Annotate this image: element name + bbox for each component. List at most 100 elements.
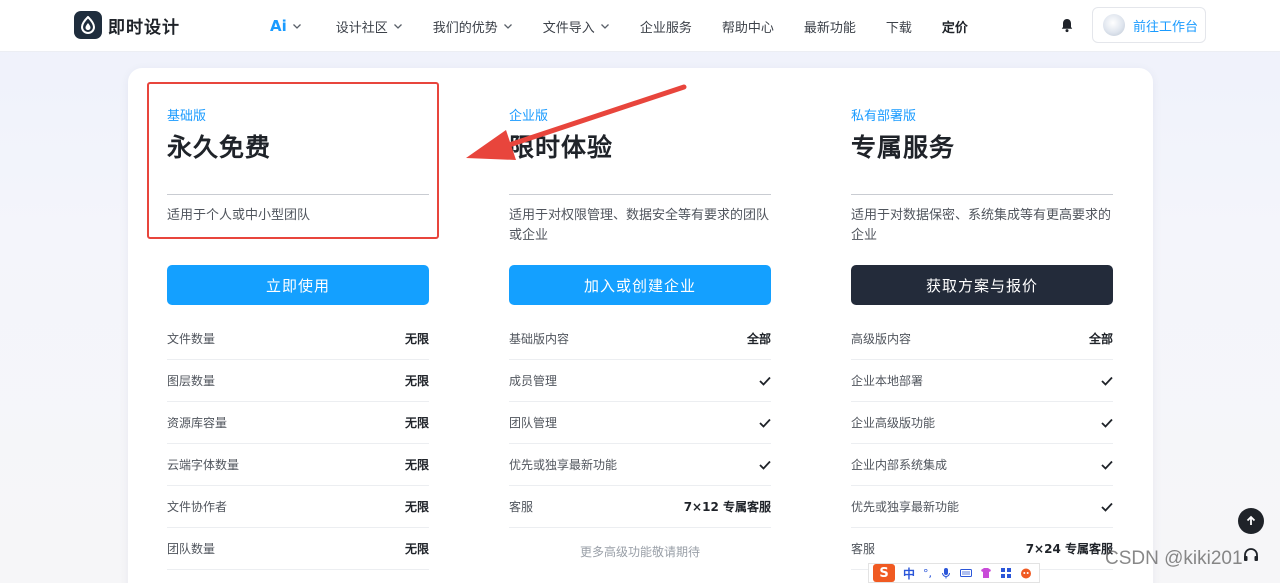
workbench-label: 前往工作台 (1133, 19, 1199, 35)
menu-item-help[interactable]: 帮助中心 (722, 17, 774, 36)
feature-value: 全部 (746, 332, 771, 346)
keyboard-icon[interactable] (960, 567, 973, 579)
feature-row: 基础版内容 全部 (509, 318, 771, 360)
feature-value: 全部 (1088, 332, 1113, 346)
feature-list: 基础版内容 全部 成员管理 团队管理 优先或独享最新功能 客服 7×12 专属客服 (509, 318, 771, 528)
feature-row: 成员管理 (509, 360, 771, 402)
ime-logo-icon: S (873, 564, 895, 582)
feature-label: 高级版内容 (851, 332, 912, 346)
annotation-highlight-box (147, 82, 439, 239)
feature-row: 企业内部系统集成 (851, 444, 1113, 486)
menu-item-pricing[interactable]: 定价 (942, 17, 968, 36)
menu-item-label: 文件导入 (542, 20, 595, 36)
feature-row: 团队数量 无限 (167, 528, 429, 570)
feature-label: 客服 (509, 500, 534, 514)
menu-item-advantages[interactable]: 我们的优势 (433, 17, 513, 36)
feature-row: 文件数量 无限 (167, 318, 429, 360)
ime-punctuation[interactable]: °, (923, 567, 932, 580)
feature-row: 企业本地部署 (851, 360, 1113, 402)
menu-item-download[interactable]: 下载 (886, 17, 912, 36)
chevron-down-icon (600, 24, 609, 29)
feature-label: 优先或独享最新功能 (851, 500, 960, 514)
plan-tag: 私有部署版 (851, 109, 917, 124)
menu-item-label: 下载 (885, 20, 912, 36)
ime-mode[interactable]: 中 (903, 565, 915, 582)
headset-icon[interactable] (1242, 546, 1260, 564)
feature-row: 企业高级版功能 (851, 402, 1113, 444)
feature-label: 成员管理 (509, 374, 558, 388)
check-icon (1101, 418, 1113, 428)
feature-label: 客服 (851, 542, 876, 556)
feature-label: 基础版内容 (509, 332, 570, 346)
avatar (1103, 14, 1125, 36)
menu-item-community[interactable]: 设计社区 (336, 17, 403, 36)
feature-label: 团队数量 (167, 542, 216, 556)
main-menu: Ai 设计社区 我们的优势 文件导入 企业服务 帮助中心 最新功能 下载 定价 (270, 0, 998, 52)
arrow-up-icon (1246, 515, 1256, 525)
plan-divider (851, 194, 1113, 195)
apps-grid-icon[interactable] (1000, 567, 1012, 579)
feature-row: 高级版内容 全部 (851, 318, 1113, 360)
bell-icon[interactable] (1059, 17, 1075, 33)
plan-desc: 适用于对数据保密、系统集成等有更高要求的企业 (851, 208, 1112, 243)
check-icon (759, 418, 771, 428)
chevron-down-icon (292, 24, 301, 29)
feature-row: 文件协作者 无限 (167, 486, 429, 528)
feature-value: 无限 (404, 332, 429, 346)
menu-item-label: 我们的优势 (432, 20, 498, 36)
plan-name: 专属服务 (851, 133, 956, 162)
feature-row: 团队管理 (509, 402, 771, 444)
join-or-create-enterprise-button[interactable]: 加入或创建企业 (509, 265, 771, 305)
feature-label: 图层数量 (167, 374, 216, 388)
logo-icon (74, 11, 102, 39)
feature-value: 无限 (404, 542, 429, 556)
top-nav: 即时设计 Ai 设计社区 我们的优势 文件导入 企业服务 帮助中心 最新功能 下… (0, 0, 1280, 52)
skin-icon[interactable] (980, 567, 992, 579)
feature-label: 云端字体数量 (167, 458, 240, 472)
feature-label: 文件协作者 (167, 500, 228, 514)
scroll-to-top-button[interactable] (1238, 508, 1264, 534)
feature-row: 优先或独享最新功能 (509, 444, 771, 486)
menu-item-enterprise[interactable]: 企业服务 (640, 17, 692, 36)
check-icon (759, 376, 771, 386)
menu-item-label: Ai (270, 17, 287, 35)
more-features-note: 更多高级功能敬请期待 (579, 545, 700, 559)
feature-list: 高级版内容 全部 企业本地部署 企业高级版功能 企业内部系统集成 优先或独享最新功… (851, 318, 1113, 570)
chevron-down-icon (503, 24, 512, 29)
check-icon (1101, 460, 1113, 470)
feature-value: 无限 (404, 458, 429, 472)
plan-divider (509, 194, 771, 195)
feature-label: 企业高级版功能 (851, 416, 936, 430)
menu-item-label: 定价 (941, 20, 968, 36)
menu-item-file-import[interactable]: 文件导入 (543, 17, 610, 36)
menu-item-label: 帮助中心 (721, 20, 774, 36)
feature-label: 企业本地部署 (851, 374, 924, 388)
menu-item-ai[interactable]: Ai (270, 17, 302, 35)
go-to-workbench-button[interactable]: 前往工作台 (1092, 7, 1206, 43)
feature-value: 无限 (404, 374, 429, 388)
ime-toolbar[interactable]: S 中 °, (868, 563, 1040, 583)
feature-row: 云端字体数量 无限 (167, 444, 429, 486)
brand-logo[interactable]: 即时设计 (74, 11, 180, 39)
menu-item-label: 设计社区 (335, 20, 388, 36)
plan-desc: 适用于对权限管理、数据安全等有要求的团队或企业 (509, 208, 770, 243)
feature-label: 资源库容量 (167, 416, 228, 430)
chevron-down-icon (393, 24, 402, 29)
check-icon (759, 460, 771, 470)
feature-value: 无限 (404, 416, 429, 430)
get-quote-button[interactable]: 获取方案与报价 (851, 265, 1113, 305)
watermark: CSDN @kiki201 (1105, 548, 1243, 569)
menu-item-whats-new[interactable]: 最新功能 (804, 17, 856, 36)
feature-value: 7×12 专属客服 (683, 500, 771, 514)
feature-row: 图层数量 无限 (167, 360, 429, 402)
use-now-button[interactable]: 立即使用 (167, 265, 429, 305)
feature-row: 优先或独享最新功能 (851, 486, 1113, 528)
menu-item-label: 企业服务 (639, 20, 692, 36)
feature-row: 客服 7×12 专属客服 (509, 486, 771, 528)
feature-row: 资源库容量 无限 (167, 402, 429, 444)
brand-name: 即时设计 (108, 17, 180, 38)
feature-list: 文件数量 无限 图层数量 无限 资源库容量 无限 云端字体数量 无限 文件协作者 无限 团… (167, 318, 429, 570)
feature-label: 企业内部系统集成 (851, 458, 948, 472)
mascot-icon[interactable] (1020, 567, 1032, 579)
microphone-icon[interactable] (940, 567, 952, 579)
